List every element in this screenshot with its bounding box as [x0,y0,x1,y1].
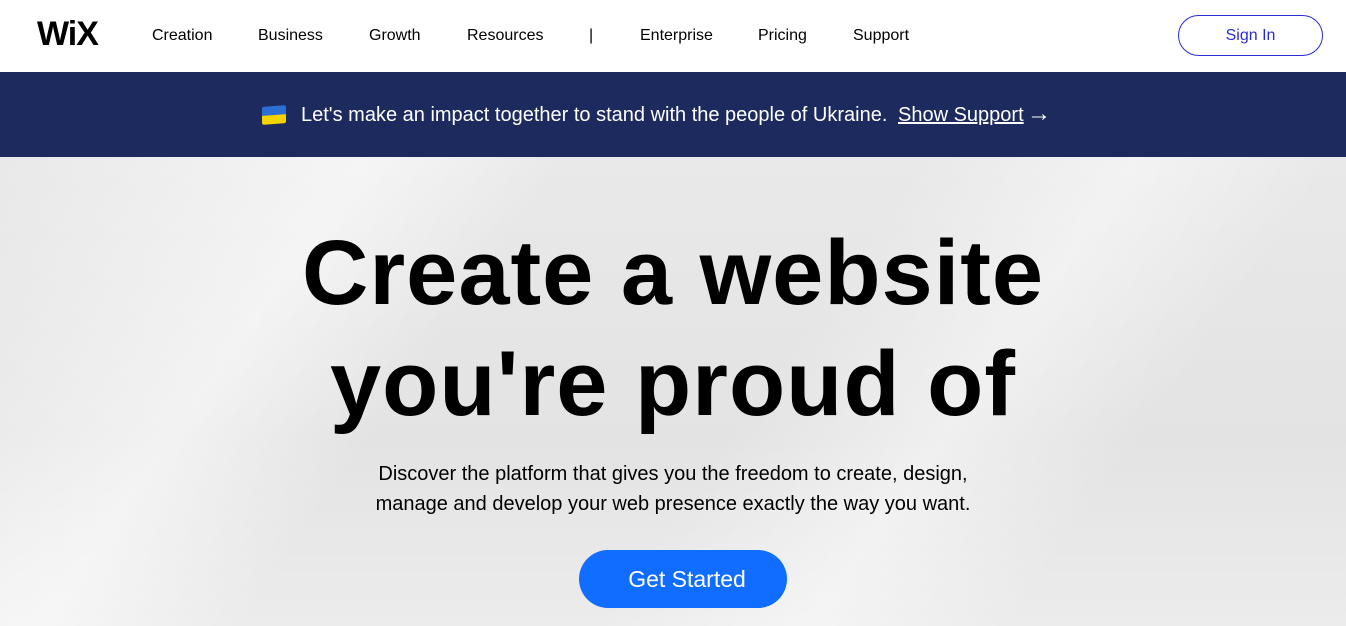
banner-message: Let's make an impact together to stand w… [301,104,888,126]
hero-heading-line-1: Create a website [301,222,1045,324]
hero-heading: Create a website you're proud of [0,218,1346,440]
nav-business[interactable]: Business [258,26,323,46]
sign-in-button[interactable]: Sign In [1178,15,1323,56]
nav-support[interactable]: Support [853,26,909,46]
hero-heading-line-2: you're proud of [330,333,1016,435]
show-support-link[interactable]: Show Support [898,103,1024,127]
arrow-right-icon[interactable]: → [1027,101,1051,127]
nav-pricing[interactable]: Pricing [758,26,807,46]
nav-resources[interactable]: Resources [467,26,543,46]
nav-enterprise[interactable]: Enterprise [640,26,713,46]
site-header: WiX Creation Business Growth Resources |… [0,0,1346,72]
nav-growth[interactable]: Growth [369,26,421,46]
hero-subtitle: Discover the platform that gives you the… [0,459,1346,519]
hero-subtitle-line-1: Discover the platform that gives you the… [378,463,968,485]
main-nav: Creation Business Growth Resources | Ent… [0,0,1346,72]
nav-divider: | [589,27,594,44]
nav-creation[interactable]: Creation [152,26,212,46]
get-started-button[interactable]: Get Started [579,550,787,608]
ukraine-flag-icon [262,105,286,125]
hero-subtitle-line-2: manage and develop your web presence exa… [375,493,971,515]
